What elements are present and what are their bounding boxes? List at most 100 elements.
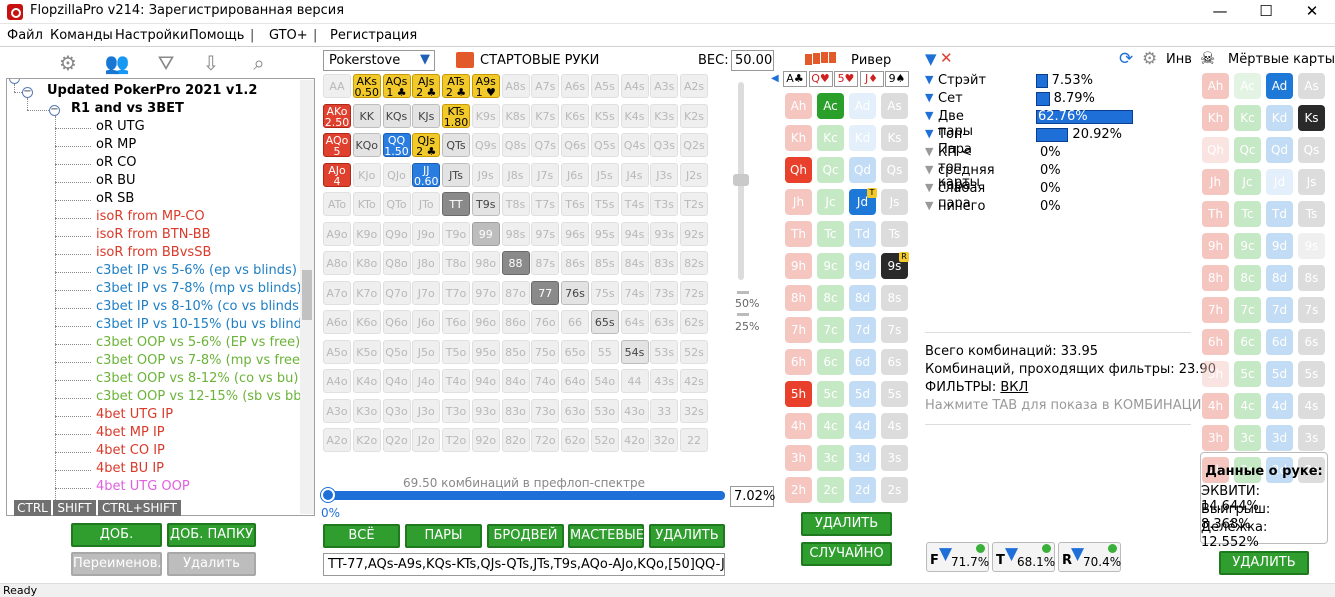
dead-card[interactable]: Ac [1234, 73, 1261, 99]
dead-card[interactable]: Qd [1266, 137, 1293, 163]
hand-cell[interactable]: K9o [352, 221, 381, 246]
dead-card[interactable]: Qc [1234, 137, 1261, 163]
hand-cell[interactable]: KTs 1.80 [442, 103, 470, 128]
hand-cell[interactable]: A5s [590, 74, 619, 98]
hand-cell[interactable]: A3s [650, 74, 679, 98]
filters-toggle[interactable]: ВКЛ [1000, 380, 1028, 395]
river-card[interactable]: Tc [817, 221, 844, 247]
dead-card[interactable]: 8d [1266, 265, 1293, 291]
tree-item[interactable]: 4bet UTG IP [96, 407, 173, 422]
rename-button[interactable]: Переименов. [71, 552, 162, 576]
tree-item[interactable]: c3bet IP vs 8-10% (co vs blinds) [96, 299, 304, 314]
tree-item[interactable]: c3bet OOP vs 8-12% (co vs bu) [96, 371, 298, 386]
dead-card[interactable]: 3d [1266, 425, 1293, 451]
hand-cell[interactable]: 94o [471, 369, 500, 393]
hand-cell[interactable]: J6s [561, 162, 589, 187]
dead-card[interactable]: Qh [1202, 137, 1229, 163]
menu-registration[interactable]: Регистрация [330, 28, 417, 43]
hand-cell[interactable]: 72s [680, 280, 708, 305]
hand-cell[interactable]: 93o [471, 398, 500, 423]
river-card[interactable]: 5s [881, 381, 908, 407]
hand-cell[interactable]: AQs 1 ♣ [382, 74, 411, 98]
hand-cell[interactable]: 77 [531, 280, 560, 305]
river-card[interactable]: Ah [785, 93, 812, 119]
river-card[interactable]: 5d [849, 381, 876, 407]
river-card[interactable]: Ts [881, 221, 908, 247]
hand-cell[interactable]: AKo 2.50 [323, 103, 351, 128]
range-slider-handle[interactable] [321, 488, 335, 502]
dead-card[interactable]: 9c [1234, 233, 1261, 259]
hand-cell[interactable]: 32s [680, 398, 708, 423]
filter-add-icon[interactable]: ⛛ [153, 50, 179, 76]
hand-cell[interactable]: K2s [680, 103, 708, 128]
hand-cell[interactable]: 64s [620, 310, 649, 334]
hand-cell[interactable]: A2o [323, 428, 351, 452]
hand-cell[interactable]: KTo [352, 192, 381, 216]
hand-cell[interactable]: T6s [561, 192, 589, 216]
dead-card[interactable]: 4h [1202, 393, 1229, 419]
hand-cell[interactable]: K9s [471, 103, 500, 128]
hand-cell[interactable]: QTo [382, 192, 411, 216]
hand-cell[interactable]: Q5s [590, 133, 619, 157]
hand-cell[interactable]: K3o [352, 398, 381, 423]
hand-cell[interactable]: KQo [352, 133, 381, 157]
board-card-filter[interactable]: J♦ [859, 71, 884, 87]
search-icon[interactable]: ⌕ [246, 50, 272, 76]
arrow-left-icon[interactable]: ◀ [771, 73, 779, 84]
hand-cell[interactable]: 94s [620, 221, 649, 246]
hand-cell[interactable]: QTs [442, 133, 470, 157]
hand-cell[interactable]: 53s [650, 339, 679, 364]
hand-cell[interactable]: 82s [680, 251, 708, 275]
hand-cell[interactable]: J2o [412, 428, 441, 452]
filter-icon[interactable]: ▼ [925, 163, 933, 176]
hand-cell[interactable]: 98s [501, 221, 530, 246]
hand-cell[interactable]: TT [442, 192, 470, 216]
river-card[interactable]: 2s [881, 477, 908, 503]
river-card[interactable]: Td [849, 221, 876, 247]
tree-item[interactable]: oR SB [96, 191, 134, 206]
hand-cell[interactable]: 95s [590, 221, 619, 246]
collapse-icon[interactable]: − [49, 105, 60, 116]
dead-card[interactable]: 8h [1202, 265, 1229, 291]
hand-cell[interactable]: T8s [501, 192, 530, 216]
hand-cell[interactable]: Q8s [501, 133, 530, 157]
river-card[interactable]: 9h [785, 253, 812, 279]
weight-slider-handle[interactable] [733, 174, 749, 186]
dead-card[interactable]: 4c [1234, 393, 1261, 419]
stat-label[interactable]: Сет [938, 91, 963, 106]
river-card[interactable]: 7d [849, 317, 876, 343]
dead-card[interactable]: Kd [1266, 105, 1293, 131]
hand-cell[interactable]: 42o [620, 428, 649, 452]
dead-card[interactable]: 5d [1266, 361, 1293, 387]
tree-item[interactable]: oR BU [96, 173, 136, 188]
dead-card[interactable]: 3s [1298, 425, 1325, 451]
hand-cell[interactable]: T6o [442, 310, 470, 334]
river-card[interactable]: Th [785, 221, 812, 247]
dead-card[interactable]: Td [1266, 201, 1293, 227]
delete-button[interactable]: Удалить [167, 552, 256, 576]
hand-cell[interactable]: 92s [680, 221, 708, 246]
tree-item[interactable]: c3bet IP vs 7-8% (mp vs blinds) [96, 281, 302, 296]
hand-cell[interactable]: A8o [323, 251, 351, 275]
hand-cell[interactable]: JTo [412, 192, 441, 216]
river-card[interactable]: Js [881, 189, 908, 215]
gear-icon[interactable]: ⚙ [1142, 49, 1157, 69]
menu-settings[interactable]: Настройки [115, 28, 188, 43]
river-card[interactable]: Qc [817, 157, 844, 183]
hand-cell[interactable]: 83o [501, 398, 530, 423]
add-folder-button[interactable]: ДОБ. ПАПКУ [167, 523, 256, 547]
invert-label[interactable]: Инв [1166, 52, 1192, 67]
hand-cell[interactable]: QQ 1.50 [382, 133, 411, 157]
hand-cell[interactable]: 98o [471, 251, 500, 275]
hand-cell[interactable]: 42s [680, 369, 708, 393]
hand-cell[interactable]: 74o [531, 369, 560, 393]
dead-card[interactable]: 5h [1202, 361, 1229, 387]
hand-cell[interactable]: K6s [561, 103, 589, 128]
dead-card[interactable]: Kc [1234, 105, 1261, 131]
tree-item[interactable]: 4bet UTG OOP [96, 479, 190, 494]
maximize-button[interactable]: ☐ [1243, 0, 1289, 24]
hand-cell[interactable]: T9o [442, 221, 470, 246]
hand-cell[interactable]: T8o [442, 251, 470, 275]
hand-cell[interactable]: J8o [412, 251, 441, 275]
hand-cell[interactable]: 97s [531, 221, 560, 246]
